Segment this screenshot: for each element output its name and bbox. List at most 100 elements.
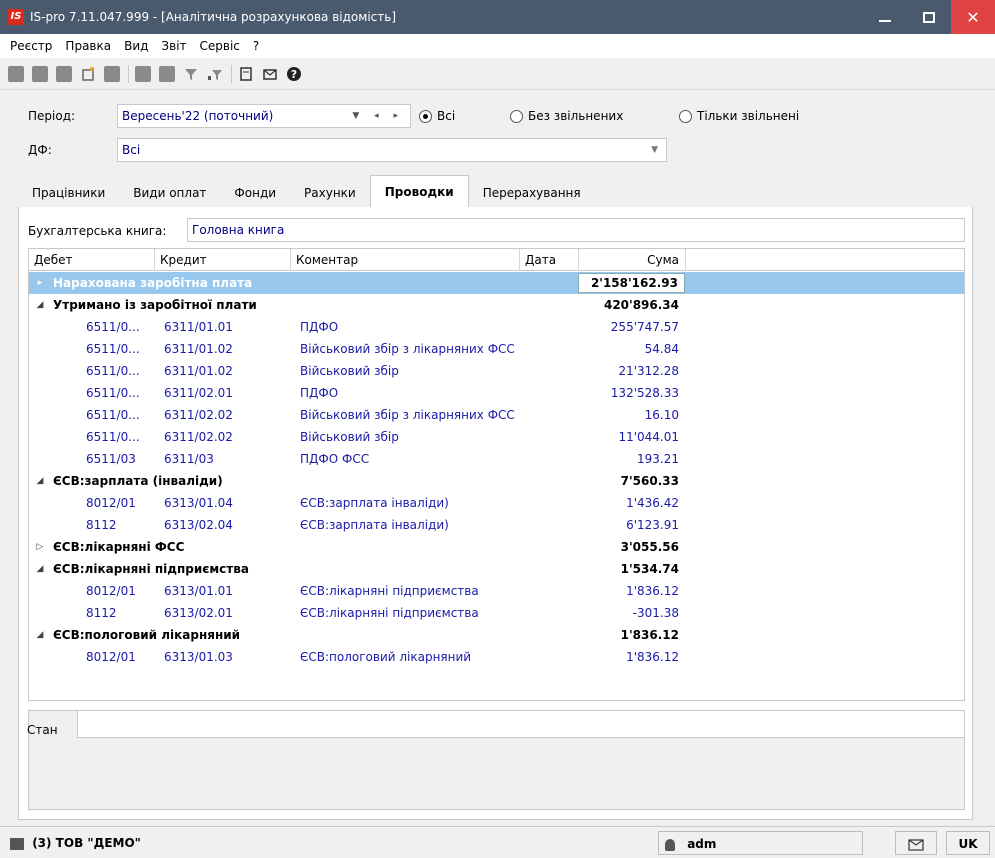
table-row[interactable]: 6511/0... 6311/01.02 Військовий збір 21'312…	[29, 360, 964, 382]
group-title: ЄСВ:пологовий лікарняний	[53, 628, 241, 642]
column-debit[interactable]: Дебет	[29, 249, 155, 271]
expand-toggle-icon[interactable]: ◢	[33, 470, 47, 492]
group-row[interactable]: ▷ ЄСВ:лікарняні ФСС 3'055.56	[29, 536, 964, 558]
filter-panel: Період: Вересень'22 (поточний) ▼ ◂ ▸ Всі…	[0, 90, 995, 170]
menu-help[interactable]: ?	[253, 39, 259, 53]
status-mail-button[interactable]	[895, 831, 937, 855]
cell-credit: 6311/01.01	[164, 320, 233, 334]
group-sum: 420'896.34	[603, 298, 679, 312]
group-title: ЄСВ:зарплата (інваліди)	[53, 474, 223, 488]
folder-icon[interactable]	[8, 65, 24, 82]
table-row[interactable]: 6511/03 6311/03 ПДФО ФСС 193.21	[29, 448, 964, 470]
tab-accounts[interactable]: Рахунки	[290, 178, 370, 208]
cell-credit: 6313/01.01	[164, 584, 233, 598]
grid-icon[interactable]	[159, 65, 175, 82]
cell-sum: 132'528.33	[610, 386, 679, 400]
table-row[interactable]: 8112 6313/02.04 ЄСВ:зарплата інваліди) 6'12…	[29, 514, 964, 536]
expand-toggle-icon[interactable]: ▷	[33, 536, 47, 558]
book-field[interactable]: Головна книга	[187, 218, 965, 242]
copy-icon[interactable]	[104, 65, 120, 82]
cell-credit: 6311/02.01	[164, 386, 233, 400]
menu-view[interactable]: Вид	[124, 39, 148, 53]
minimize-icon	[879, 20, 891, 22]
tab-postings[interactable]: Проводки	[369, 175, 469, 208]
group-sum: 3'055.56	[620, 540, 679, 554]
group-row[interactable]: ◢ ЄСВ:зарплата (інваліди) 7'560.33	[29, 470, 964, 492]
expand-toggle-icon[interactable]: ◢	[33, 294, 47, 316]
period-nav-arrows[interactable]: ▼ ◂ ▸	[352, 105, 404, 127]
radio-without-dismissed-dot	[510, 109, 523, 123]
tab-recalculation[interactable]: Перерахування	[468, 178, 595, 208]
tab-payment-types[interactable]: Види оплат	[119, 178, 221, 208]
cell-credit: 6313/01.03	[164, 650, 233, 664]
period-combo[interactable]: Вересень'22 (поточний) ▼ ◂ ▸	[117, 104, 411, 128]
group-row[interactable]: ◢ Утримано із заробітної плати 420'896.34	[29, 294, 964, 316]
column-credit[interactable]: Кредит	[155, 249, 291, 271]
cell-credit: 6313/01.04	[164, 496, 233, 510]
menu-report[interactable]: Звіт	[161, 39, 186, 53]
column-date[interactable]: Дата	[520, 249, 579, 271]
print-icon[interactable]	[56, 65, 72, 82]
cell-comment: ПДФО	[300, 320, 339, 334]
status-language[interactable]: UK	[946, 831, 990, 855]
tab-employees[interactable]: Працівники	[18, 178, 120, 208]
table-row[interactable]: 6511/0... 6311/02.02 Військовий збір з лік…	[29, 404, 964, 426]
period-label: Період:	[28, 109, 76, 123]
minimize-button[interactable]	[863, 0, 907, 34]
grid-header: Дебет Кредит Коментар Дата Сума	[29, 249, 964, 271]
document-icon[interactable]	[238, 66, 254, 82]
toolbar: ?	[0, 58, 995, 90]
cell-debit: 6511/0...	[86, 320, 140, 334]
radio-all[interactable]: Всі	[419, 109, 455, 123]
group-row[interactable]: ◢ ЄСВ:лікарняні підприємства 1'534.74	[29, 558, 964, 580]
radio-only-dismissed-label: Тільки звільнені	[697, 109, 800, 123]
table-row[interactable]: 8012/01 6313/01.03 ЄСВ:пологовий лікарняни…	[29, 646, 964, 668]
menu-edit[interactable]: Правка	[65, 39, 111, 53]
table-row[interactable]: 6511/0... 6311/02.01 ПДФО 132'528.33	[29, 382, 964, 404]
group-row[interactable]: ◢ ЄСВ:пологовий лікарняний 1'836.12	[29, 624, 964, 646]
tab-funds[interactable]: Фонди	[220, 178, 291, 208]
help-icon[interactable]: ?	[286, 66, 302, 82]
close-icon: ✕	[966, 7, 980, 27]
table-row[interactable]: 6511/0... 6311/01.02 Військовий збір з лік…	[29, 338, 964, 360]
user-icon	[665, 838, 675, 851]
state-field[interactable]	[77, 710, 965, 738]
cell-comment: ЄСВ:зарплата інваліди)	[300, 496, 449, 510]
table-row[interactable]: 8012/01 6313/01.01 ЄСВ:лікарняні підприємс…	[29, 580, 964, 602]
maximize-button[interactable]	[907, 0, 951, 34]
cell-comment: Військовий збір з лікарняних ФСС	[300, 408, 515, 422]
chevron-down-icon[interactable]: ▼	[651, 139, 658, 161]
expand-toggle-icon[interactable]: ▸	[33, 272, 47, 294]
postings-panel: Бухгалтерська книга: Головна книга Дебет…	[18, 207, 973, 820]
column-sum[interactable]: Сума	[579, 249, 686, 271]
filter-settings-icon[interactable]	[207, 66, 223, 82]
cell-debit: 6511/03	[86, 452, 136, 466]
cell-debit: 6511/0...	[86, 342, 140, 356]
filter-icon[interactable]	[183, 66, 199, 82]
table-row[interactable]: 6511/0... 6311/01.01 ПДФО 255'747.57	[29, 316, 964, 338]
key-icon[interactable]	[135, 65, 151, 82]
df-combo[interactable]: Всі ▼	[117, 138, 667, 162]
column-comment[interactable]: Коментар	[291, 249, 520, 271]
cell-credit: 6313/02.01	[164, 606, 233, 620]
radio-without-dismissed[interactable]: Без звільнених	[510, 109, 623, 123]
table-row[interactable]: 6511/0... 6311/02.02 Військовий збір 11'044…	[29, 426, 964, 448]
group-row[interactable]: ▸ Нарахована заробітна плата 2'158'162.93	[29, 272, 964, 294]
cell-sum: 11'044.01	[618, 430, 679, 444]
expand-toggle-icon[interactable]: ◢	[33, 558, 47, 580]
menu-service[interactable]: Сервіс	[200, 39, 240, 53]
status-bar: (3) ТОВ "ДЕМО" adm UK	[0, 826, 995, 858]
close-button[interactable]: ✕	[951, 0, 995, 34]
mail-icon[interactable]	[262, 66, 278, 82]
radio-only-dismissed[interactable]: Тільки звільнені	[679, 109, 799, 123]
expand-toggle-icon[interactable]: ◢	[33, 624, 47, 646]
group-sum: 1'836.12	[620, 628, 679, 642]
cell-debit: 8012/01	[86, 650, 136, 664]
table-row[interactable]: 8012/01 6313/01.04 ЄСВ:зарплата інваліди) 1…	[29, 492, 964, 514]
table-row[interactable]: 8112 6313/02.01 ЄСВ:лікарняні підприємства…	[29, 602, 964, 624]
menu-registry[interactable]: Реєстр	[10, 39, 52, 53]
cell-debit: 6511/0...	[86, 386, 140, 400]
calculator-icon[interactable]	[32, 65, 48, 82]
new-document-icon[interactable]	[80, 66, 96, 82]
state-label: Стан	[27, 723, 58, 737]
